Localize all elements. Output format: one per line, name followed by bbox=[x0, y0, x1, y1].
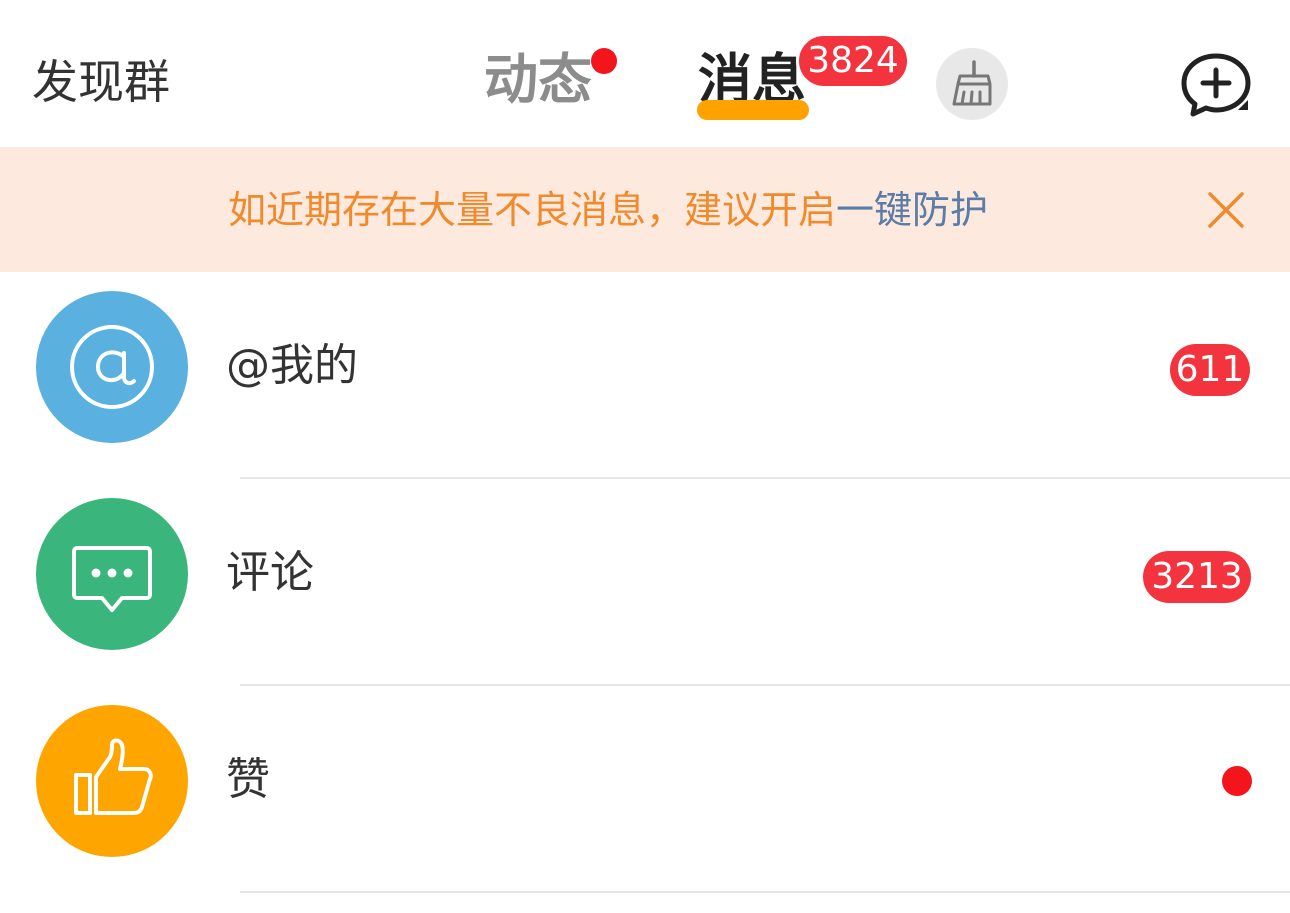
chat-plus-icon bbox=[1181, 53, 1251, 117]
active-tab-indicator bbox=[697, 100, 809, 120]
tab-dynamic-label: 动态 bbox=[484, 48, 592, 111]
likes-unread-dot bbox=[1222, 766, 1252, 796]
comment-icon bbox=[72, 546, 152, 612]
top-navigation-bar: 发现群 动态 消息 3824 bbox=[0, 0, 1290, 148]
comments-label: 评论 bbox=[226, 547, 314, 598]
list-item-comments[interactable]: 评论 3213 bbox=[0, 479, 1290, 686]
tab-dynamic-unread-dot bbox=[591, 48, 617, 74]
thumbs-up-icon bbox=[74, 738, 153, 815]
spam-protection-banner: 如近期存在大量不良消息，建议开启一键防护 bbox=[0, 148, 1290, 272]
clear-unread-button[interactable] bbox=[936, 48, 1008, 120]
mentions-label: @我的 bbox=[226, 340, 358, 391]
banner-text: 如近期存在大量不良消息，建议开启 bbox=[228, 188, 837, 232]
at-icon bbox=[70, 325, 154, 409]
likes-avatar bbox=[36, 705, 188, 857]
likes-label: 赞 bbox=[226, 754, 270, 805]
comments-count-badge: 3213 bbox=[1143, 551, 1251, 603]
comments-avatar bbox=[36, 498, 188, 650]
messages-count-badge: 3824 bbox=[796, 33, 910, 89]
tab-dynamic[interactable]: 动态 bbox=[484, 48, 617, 112]
close-icon[interactable] bbox=[1206, 190, 1246, 230]
list-divider bbox=[240, 891, 1290, 893]
new-chat-button[interactable] bbox=[1180, 52, 1252, 118]
list-item-likes[interactable]: 赞 bbox=[0, 686, 1290, 893]
discover-groups-button[interactable]: 发现群 bbox=[32, 52, 170, 112]
banner-message: 如近期存在大量不良消息，建议开启一键防护 bbox=[228, 186, 988, 234]
list-item-mentions[interactable]: @我的 611 bbox=[0, 272, 1290, 479]
mentions-avatar bbox=[36, 291, 188, 443]
mentions-count-badge: 611 bbox=[1170, 344, 1250, 396]
broom-icon bbox=[952, 60, 992, 106]
one-tap-protection-link[interactable]: 一键防护 bbox=[836, 188, 988, 232]
